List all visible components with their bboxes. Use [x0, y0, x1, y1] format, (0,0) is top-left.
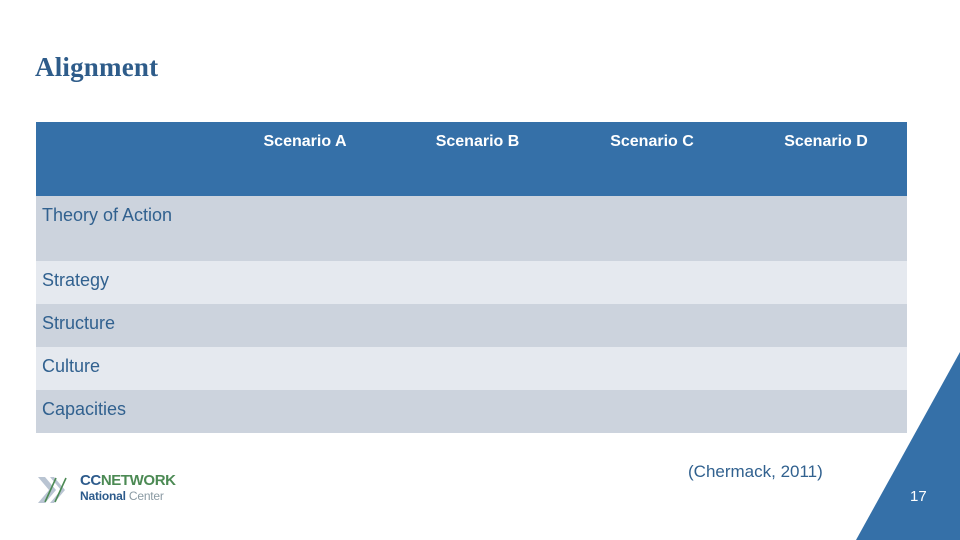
- table-row: Capacities: [36, 390, 907, 433]
- table-cell-capacities-scenario-a[interactable]: [214, 390, 384, 433]
- table-cell-theory-of-action-scenario-c[interactable]: [559, 196, 733, 261]
- table-cell-capacities-scenario-b[interactable]: [384, 390, 559, 433]
- table-row-label-capacities: Capacities: [42, 399, 127, 419]
- logo-network-text: NETWORK: [100, 472, 176, 489]
- logo-center-text: Center: [128, 489, 164, 503]
- alignment-matrix-table: Scenario A Scenario B Scenario C Scenari…: [36, 122, 907, 433]
- table-cell-structure-scenario-c[interactable]: [559, 304, 733, 347]
- table-cell-structure-scenario-d[interactable]: [733, 304, 907, 347]
- table-row-label-cell-theory-of-action: Theory of Action: [36, 196, 214, 261]
- table-row-label-structure: Structure: [42, 313, 116, 333]
- table-header-label-scenario-a: Scenario A: [263, 133, 347, 150]
- table-cell-strategy-scenario-a[interactable]: [214, 261, 384, 304]
- table-header-cell-scenario-b: Scenario B: [384, 122, 559, 196]
- table-header-label-scenario-c: Scenario C: [610, 133, 694, 150]
- table-header-cell-blank: [36, 122, 214, 196]
- table-cell-capacities-scenario-c[interactable]: [559, 390, 733, 433]
- table-row: Culture: [36, 347, 907, 390]
- table-header-label-scenario-d: Scenario D: [784, 133, 868, 150]
- page-title: Alignment: [35, 52, 159, 82]
- table-cell-culture-scenario-b[interactable]: [384, 347, 559, 390]
- table-header-label-scenario-b: Scenario B: [435, 133, 520, 150]
- table-row: Strategy: [36, 261, 907, 304]
- table-row-label-cell-structure: Structure: [36, 304, 214, 347]
- table-cell-structure-scenario-b[interactable]: [384, 304, 559, 347]
- table-cell-theory-of-action-scenario-d[interactable]: [733, 196, 907, 261]
- table-header-cell-scenario-a: Scenario A: [214, 122, 384, 196]
- table-row-label-cell-culture: Culture: [36, 347, 214, 390]
- table-header-cell-scenario-d: Scenario D: [733, 122, 907, 196]
- logo-line-one: CCNETWORK: [80, 472, 176, 489]
- logo-cc-text: CC: [80, 472, 101, 489]
- table-cell-strategy-scenario-d[interactable]: [733, 261, 907, 304]
- table-header-label-blank: [36, 122, 214, 132]
- table-row-label-cell-capacities: Capacities: [36, 390, 214, 433]
- table-row-label-strategy: Strategy: [42, 270, 110, 290]
- table-cell-strategy-scenario-c[interactable]: [559, 261, 733, 304]
- logo-line-two: National Center: [80, 489, 176, 504]
- corner-triangle-decoration: [856, 352, 960, 540]
- table-row-label-theory-of-action: Theory of Action: [42, 205, 173, 225]
- table-row: Theory of Action: [36, 196, 907, 261]
- table-cell-theory-of-action-scenario-b[interactable]: [384, 196, 559, 261]
- table-row-label-culture: Culture: [42, 356, 101, 376]
- table-cell-theory-of-action-scenario-a[interactable]: [214, 196, 384, 261]
- table-cell-structure-scenario-a[interactable]: [214, 304, 384, 347]
- logo-national-text: National: [80, 489, 129, 503]
- table-header-cell-scenario-c: Scenario C: [559, 122, 733, 196]
- table-cell-culture-scenario-c[interactable]: [559, 347, 733, 390]
- table-cell-strategy-scenario-b[interactable]: [384, 261, 559, 304]
- page-number: 17: [910, 488, 927, 505]
- double-chevron-icon: [38, 477, 67, 503]
- citation-text: (Chermack, 2011): [688, 462, 823, 481]
- table-row-label-cell-strategy: Strategy: [36, 261, 214, 304]
- cc-network-logo: CCNETWORK National Center: [36, 470, 196, 510]
- table-header-row: Scenario A Scenario B Scenario C Scenari…: [36, 122, 907, 196]
- table-row: Structure: [36, 304, 907, 347]
- table-cell-culture-scenario-a[interactable]: [214, 347, 384, 390]
- logo-wordmark: CCNETWORK National Center: [80, 472, 176, 504]
